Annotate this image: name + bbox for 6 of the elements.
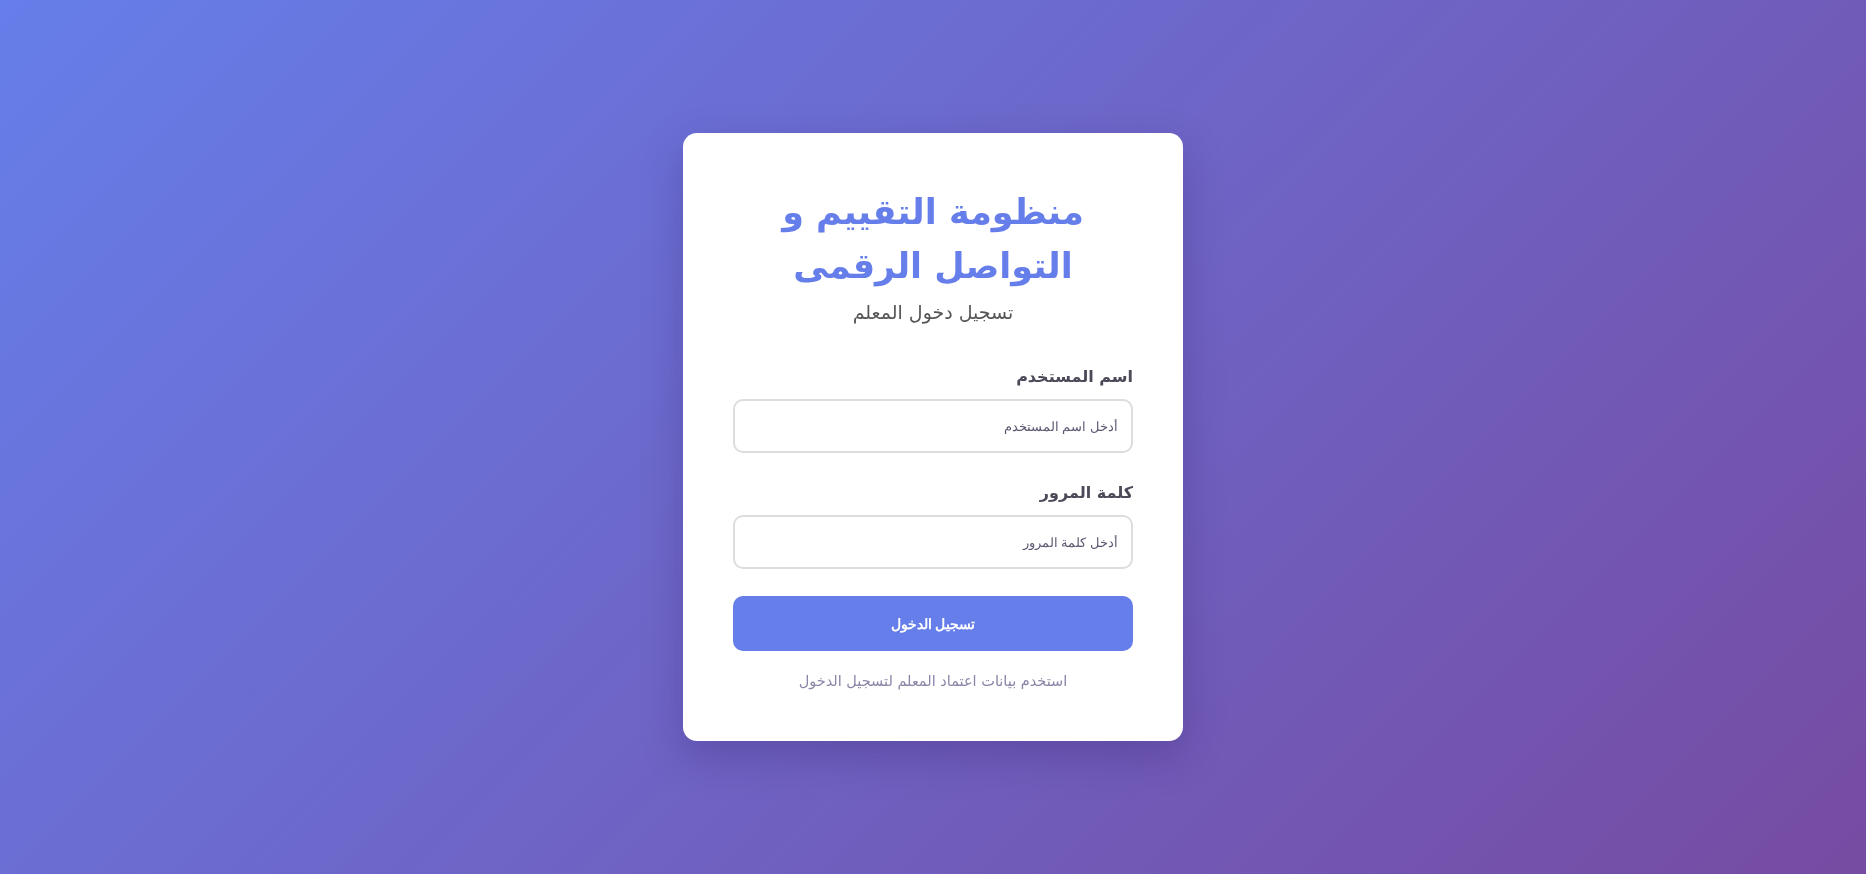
login-button[interactable]: تسجيل الدخول: [733, 596, 1133, 651]
field-label: كلمة المرور: [1038, 482, 1133, 504]
field-label: اسم المستخدم: [1015, 366, 1133, 388]
login-hint: استخدم بيانات اعتماد المعلم لتسجيل الدخول: [797, 672, 1069, 691]
login-subtitle: تسجيل دخول المعلم: [851, 300, 1015, 325]
app-title: منظومة التقييم و التواصل الرقمى: [779, 191, 1085, 289]
